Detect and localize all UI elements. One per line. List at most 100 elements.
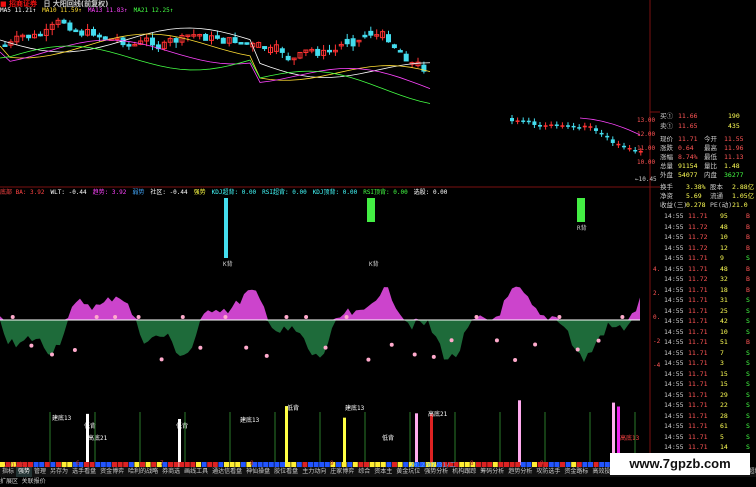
signal-label: 建底13	[240, 416, 260, 424]
tick-price: 11.71	[688, 359, 708, 367]
oscillator-dot	[180, 315, 185, 319]
quote-cell: 5.69	[686, 192, 702, 200]
tick-time: 14:55	[664, 359, 684, 367]
tick-time: 14:55	[664, 380, 684, 388]
osc-tick: -4.00	[653, 362, 660, 369]
tab-1[interactable]: 强势	[16, 467, 33, 477]
tab-3[interactable]: 另存为	[48, 467, 70, 477]
oscillator-dot	[113, 315, 118, 319]
quote-row: 14:55 11.71 28 S	[660, 412, 756, 420]
tab-0[interactable]: 指标	[0, 467, 16, 477]
tab-17[interactable]: 强势分析	[422, 467, 450, 477]
tab-14[interactable]: 综合	[356, 467, 372, 477]
oscillator-dot	[449, 338, 454, 343]
quote-cell: 1.48	[724, 162, 740, 170]
indicator-label: RSI顶背: 0.00	[363, 189, 408, 196]
tick-price: 11.71	[688, 432, 708, 441]
tick-side: S	[746, 317, 750, 325]
tick-price: 11.72	[688, 275, 708, 283]
tab-16[interactable]: 黄金坑位	[394, 467, 422, 477]
signal-label: 建底13	[345, 404, 365, 412]
tab-13[interactable]: 庄家博弈	[328, 467, 356, 477]
tick-vol: 15	[720, 369, 728, 378]
quote-cell: 0.278	[686, 201, 706, 209]
chart-canvas[interactable]: 13.0012.0011.0010.00←10.454.002.000.00-2…	[0, 0, 660, 467]
candle-body	[362, 34, 368, 38]
candle-body	[638, 150, 643, 153]
candle-body	[588, 126, 593, 128]
oscillator-dot	[284, 315, 289, 319]
quote-row: 14:55 11.71 10 S	[660, 328, 756, 336]
tick-vol: 10	[720, 233, 728, 241]
tab-18[interactable]: 机构跟踪	[450, 467, 478, 477]
quote-cell: 3.38%	[686, 183, 706, 191]
candle-body	[244, 42, 250, 45]
quote-cell: 54077	[678, 171, 698, 179]
candle-body	[126, 44, 132, 47]
candle-body	[515, 120, 520, 122]
oscillator-dot	[596, 338, 601, 343]
candle-body	[622, 145, 626, 148]
oscillator-dot	[10, 315, 15, 319]
tab-10[interactable]: 神仙操盘	[244, 467, 272, 477]
candle-body	[521, 120, 526, 122]
candle-body	[96, 34, 102, 38]
candle-body	[599, 132, 604, 135]
quote-cell: 外盘	[660, 171, 673, 179]
date-tick: 6	[76, 460, 80, 467]
tab-19[interactable]: 筹码分析	[478, 467, 506, 477]
tick-side: S	[746, 411, 750, 420]
candle-body	[616, 143, 621, 146]
tick-time: 14:55	[664, 348, 684, 357]
tab-11[interactable]: 胶位看盘	[272, 467, 300, 477]
tick-time: 14:55	[664, 432, 684, 441]
tab-20[interactable]: 趋势分析	[506, 467, 534, 477]
tick-vol: 12	[720, 243, 728, 252]
oscillator-dot	[620, 315, 625, 319]
indicator-label: 强势	[193, 189, 206, 196]
tick-vol: 5	[720, 432, 724, 441]
tick-vol: 51	[720, 338, 728, 346]
signal-label: 低背	[382, 434, 394, 442]
oscillator-dot	[223, 315, 228, 319]
quote-cell: 11.55	[724, 135, 744, 143]
oscillator-dot	[431, 354, 436, 359]
tab-12[interactable]: 主力动向	[300, 467, 328, 477]
candle-body	[79, 30, 85, 36]
tick-time: 14:55	[664, 401, 684, 409]
tick-price: 11.71	[688, 390, 708, 399]
tick-side: S	[746, 432, 750, 441]
tick-side: B	[746, 338, 750, 346]
oscillator-dot	[50, 352, 55, 357]
quote-row: 14:55 11.71 51 B	[660, 338, 756, 346]
tab-7[interactable]: 券商选	[160, 467, 182, 477]
osc-tick: 4.00	[653, 266, 660, 273]
tab-22[interactable]: 资金路标	[562, 467, 590, 477]
candle-body	[566, 125, 570, 127]
candle-body	[554, 124, 559, 126]
oscillator-dot	[198, 345, 203, 350]
tab-15[interactable]: 资本主	[372, 467, 394, 477]
quote-row: 14:55 11.71 3 S	[660, 359, 756, 367]
tab-21[interactable]: 攻防选手	[534, 467, 562, 477]
tick-side: S	[746, 443, 750, 451]
tab-8[interactable]: 画线工具	[182, 467, 210, 477]
quote-cell: 总量	[660, 162, 673, 170]
tick-time: 14:55	[664, 327, 684, 336]
tab-9[interactable]: 通达信看盘	[210, 467, 244, 477]
tick-vol: 10	[720, 327, 728, 336]
tab-4[interactable]: 选手看盘	[70, 467, 98, 477]
date-tick: 7	[160, 460, 164, 467]
candle-body	[386, 34, 391, 43]
tick-time: 14:55	[664, 222, 684, 231]
tab-6[interactable]: 哈利的战略	[126, 467, 160, 477]
tick-time: 14:55	[664, 254, 684, 262]
indicator-label: KDJ超背: 0.00	[211, 189, 257, 196]
signal-label: 建底13	[52, 414, 72, 422]
osc-tick: 2.00	[653, 290, 660, 297]
quote-row: 14:55 11.72 12 B	[660, 244, 756, 252]
tab-5[interactable]: 资金博弈	[98, 467, 126, 477]
quote-row: 14:55 11.71 22 S	[660, 401, 756, 409]
tick-side: S	[746, 369, 750, 378]
tab-2[interactable]: 管理	[32, 467, 48, 477]
